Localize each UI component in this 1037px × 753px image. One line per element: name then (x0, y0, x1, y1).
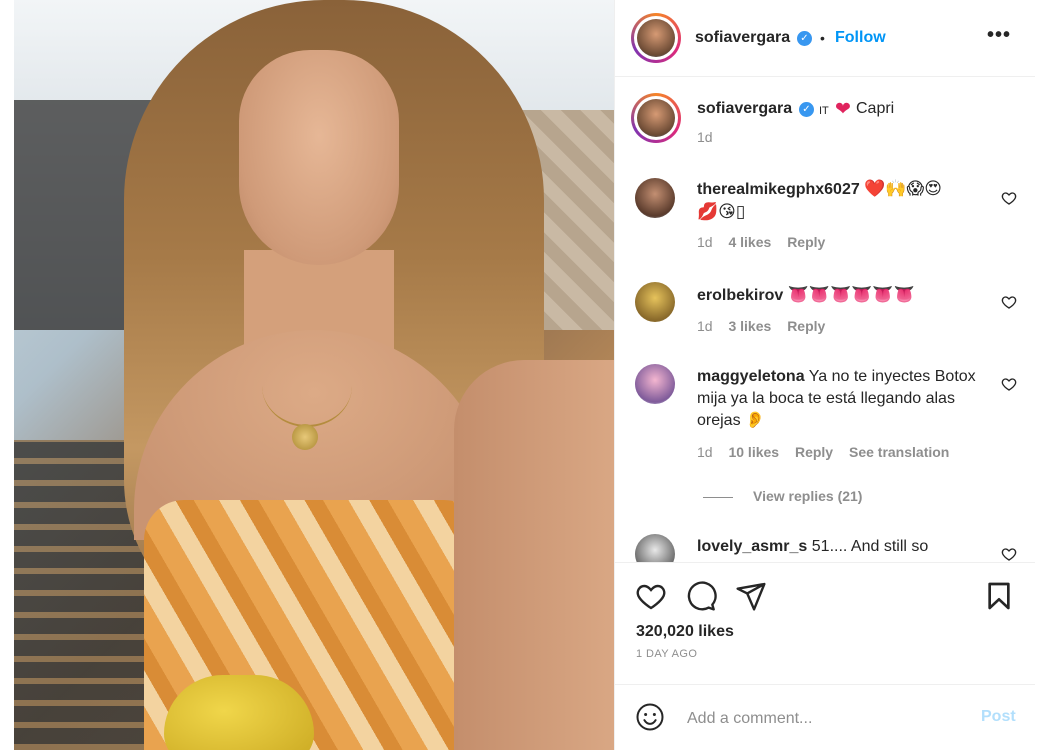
separator-dot: • (820, 30, 825, 46)
comment-username[interactable]: maggyeletona (697, 368, 805, 385)
post-header: sofiavergara ✓ • Follow ••• (615, 0, 1035, 77)
comment-body: 51.... And still so (811, 538, 929, 555)
commenter-avatar[interactable] (635, 534, 675, 562)
reply-button[interactable]: Reply (787, 234, 825, 250)
reply-button[interactable]: Reply (787, 318, 825, 334)
comment-text: lovely_asmr_s 51.... And still so (697, 536, 987, 558)
comment-emojis-2: 💋😘▯ (697, 202, 746, 221)
post-actions: 320,020 likes 1 DAY AGO (615, 562, 1035, 685)
reply-button[interactable]: Reply (795, 444, 833, 460)
view-replies-label: View replies (21) (753, 488, 863, 504)
like-comment-heart-icon[interactable] (1001, 546, 1017, 562)
commenter-avatar[interactable] (635, 282, 675, 322)
add-comment-input[interactable] (685, 705, 969, 733)
photo-necklace (262, 345, 352, 427)
comment-meta: 1d 4 likes Reply (697, 234, 837, 250)
comment-text: maggyeletona Ya no te inyectes Botox mij… (697, 366, 987, 432)
verified-badge-icon: ✓ (799, 102, 814, 117)
comment-time: 1d (697, 234, 713, 250)
like-comment-heart-icon[interactable] (1001, 376, 1017, 392)
save-bookmark-icon[interactable] (983, 580, 1015, 612)
commenter-avatar[interactable] (635, 178, 675, 218)
heart-emoji: ❤ (835, 99, 851, 120)
post-dialog: sofiavergara ✓ • Follow ••• sofiavergara… (14, 0, 1035, 750)
comment-username[interactable]: lovely_asmr_s (697, 538, 807, 555)
comment-meta: 1d 10 likes Reply See translation (697, 444, 961, 460)
comment-time: 1d (697, 444, 713, 460)
like-comment-heart-icon[interactable] (1001, 190, 1017, 206)
replies-line (703, 496, 733, 498)
post-comment-button[interactable]: Post (981, 708, 1016, 726)
like-heart-icon[interactable] (635, 580, 667, 612)
photo-arm (454, 360, 614, 750)
comment-emojis: 👅👅👅👅👅👅 (787, 285, 915, 304)
caption-time: 1d (697, 129, 713, 145)
comment-username[interactable]: therealmikegphx6027 (697, 181, 860, 198)
post-photo[interactable] (14, 0, 614, 750)
comment-meta: 1d 3 likes Reply (697, 318, 837, 334)
comment-text: therealmikegphx6027 ❤️🙌😱😍 💋😘▯ (697, 178, 987, 224)
likes-count[interactable]: 320,020 likes (636, 623, 734, 641)
author-avatar[interactable] (631, 13, 681, 63)
follow-button[interactable]: Follow (835, 29, 886, 47)
comment-text: erolbekirov 👅👅👅👅👅👅 (697, 284, 987, 307)
see-translation-button[interactable]: See translation (849, 444, 949, 460)
share-paper-plane-icon[interactable] (735, 580, 767, 612)
caption-text: Capri (856, 100, 895, 117)
comment-emojis: ❤️🙌😱😍 (864, 179, 942, 198)
comment-likes[interactable]: 10 likes (728, 444, 779, 460)
caption-avatar[interactable] (631, 93, 681, 143)
verified-badge-icon: ✓ (797, 31, 812, 46)
caption-flag: IT (819, 105, 829, 117)
author-username[interactable]: sofiavergara (695, 29, 790, 47)
comment-likes[interactable]: 3 likes (728, 318, 771, 334)
add-comment-bar: Post (615, 684, 1035, 751)
emoji-picker-icon[interactable] (635, 702, 665, 732)
post-date: 1 DAY AGO (636, 648, 698, 660)
comment-bubble-icon[interactable] (685, 580, 717, 612)
post-sidebar: sofiavergara ✓ • Follow ••• sofiavergara… (614, 0, 1035, 750)
photo-face (239, 50, 399, 265)
photo-sun-pendant (292, 424, 318, 450)
comment-likes[interactable]: 4 likes (728, 234, 771, 250)
like-comment-heart-icon[interactable] (1001, 294, 1017, 310)
caption-username[interactable]: sofiavergara (697, 100, 792, 118)
view-replies-button[interactable]: View replies (21) (703, 488, 862, 504)
comment-username[interactable]: erolbekirov (697, 287, 783, 304)
comment-time: 1d (697, 318, 713, 334)
commenter-avatar[interactable] (635, 364, 675, 404)
more-options-icon[interactable]: ••• (987, 24, 1011, 47)
comments-list[interactable]: sofiavergara ✓ IT ❤ Capri 1d therealmike… (615, 76, 1035, 562)
